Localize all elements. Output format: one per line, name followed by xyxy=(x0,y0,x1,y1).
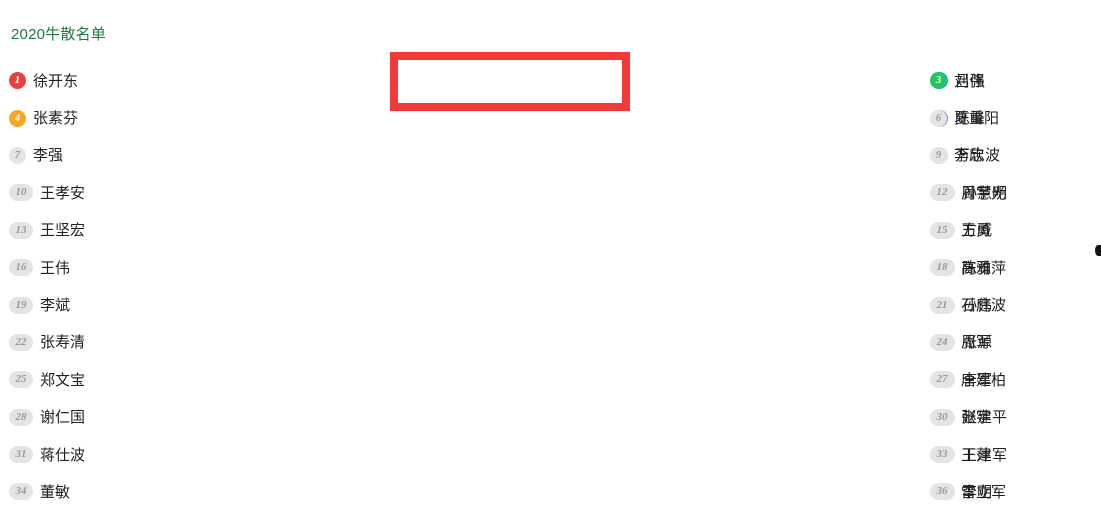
rank-badge: 6 xyxy=(930,109,947,127)
list-item[interactable]: 31 蒋仕波 xyxy=(0,436,460,473)
rank-badge: 16 xyxy=(9,259,33,277)
rank-badge: 1 xyxy=(9,72,26,90)
list-item[interactable]: 5陈峰 xyxy=(460,99,985,136)
investor-name[interactable]: 徐开东 xyxy=(33,71,78,91)
investor-name[interactable]: 王勇 xyxy=(961,220,991,240)
rank-badge: 13 xyxy=(9,221,33,239)
rank-badge: 25 xyxy=(9,371,33,389)
list-item[interactable]: 6 夏重阳 xyxy=(930,99,1101,136)
rank-badge: 34 xyxy=(9,483,33,501)
list-item[interactable]: 26李军 xyxy=(460,361,992,398)
rank-badge: 24 xyxy=(930,333,954,351)
investor-name[interactable]: 周军 xyxy=(961,332,991,352)
list-item[interactable]: 12 周宇光 xyxy=(930,174,1101,211)
list-item[interactable]: 14方威 xyxy=(460,212,992,249)
list-item[interactable]: 4 张素芬 xyxy=(0,99,460,136)
rank-badge: 30 xyxy=(930,408,954,426)
list-item[interactable]: 9 李欣 xyxy=(930,137,1101,174)
rank-badge: 33 xyxy=(930,446,954,464)
rank-badge: 4 xyxy=(9,109,26,127)
list-item[interactable]: 13 王坚宏 xyxy=(0,212,460,249)
name-list-grid: 1 徐开东 2吕强3 刘伟 4 张素芬 5陈峰6 夏重阳 7 李强 8万忠波9 李欣 10 王孝安 11孙慧… xyxy=(0,62,1101,511)
investor-name[interactable]: 王坚宏 xyxy=(40,220,85,240)
investor-name[interactable]: 夏重阳 xyxy=(954,108,999,128)
list-item[interactable]: 3 刘伟 xyxy=(930,62,1101,99)
rank-badge: 9 xyxy=(930,146,947,164)
rank-badge: 28 xyxy=(9,408,33,426)
list-item[interactable]: 22 张寿清 xyxy=(0,324,460,361)
investor-name[interactable]: 周宇光 xyxy=(961,183,1006,203)
list-item[interactable]: 23张源 xyxy=(460,324,992,361)
rank-badge: 31 xyxy=(9,446,33,464)
rank-badge: 19 xyxy=(9,296,33,314)
list-item[interactable]: 20孙伟 xyxy=(460,286,992,323)
list-item[interactable]: 29赵建平 xyxy=(460,399,1007,436)
list-item[interactable]: 27 唐建柏 xyxy=(930,361,1101,398)
rank-badge: 3 xyxy=(930,72,947,90)
investor-name[interactable]: 唐建柏 xyxy=(961,370,1006,390)
investor-name[interactable]: 谢仁国 xyxy=(40,407,85,427)
list-item[interactable]: 18 高雅萍 xyxy=(930,249,1101,286)
list-item[interactable]: 1 徐开东 xyxy=(0,62,460,99)
list-item[interactable]: 17陈勇 xyxy=(460,249,992,286)
list-item[interactable]: 11孙慧明 xyxy=(460,174,1007,211)
page-root: 2020牛散名单 1 徐开东 2吕强3 刘伟 4 张素芬 5陈峰6 夏重阳 7 李强 8万忠波9 李欣… xyxy=(0,0,1101,515)
investor-name[interactable]: 张宇 xyxy=(961,407,991,427)
rank-badge: 10 xyxy=(9,184,33,202)
list-item[interactable]: 8万忠波 xyxy=(460,137,1000,174)
rank-badge: 36 xyxy=(930,483,954,501)
list-item[interactable]: 28 谢仁国 xyxy=(0,399,460,436)
investor-name[interactable]: 李强 xyxy=(33,145,63,165)
list-item[interactable]: 32王建军 xyxy=(460,436,1007,473)
investor-name[interactable]: 李欣 xyxy=(954,145,984,165)
investor-name[interactable]: 雷立军 xyxy=(961,482,1006,502)
list-item[interactable]: 19 李斌 xyxy=(0,286,460,323)
investor-name[interactable]: 王孝安 xyxy=(40,183,85,203)
investor-name[interactable]: 张寿清 xyxy=(40,332,85,352)
investor-name[interactable]: 张素芬 xyxy=(33,108,78,128)
list-item[interactable]: 36 雷立军 xyxy=(930,473,1101,510)
investor-name[interactable]: 王伟 xyxy=(40,258,70,278)
list-item[interactable]: 33 王萍 xyxy=(930,436,1101,473)
list-item[interactable]: 34 董敏 xyxy=(0,473,460,510)
list-item[interactable]: 2吕强 xyxy=(460,62,985,99)
investor-name[interactable]: 石庭波 xyxy=(961,295,1006,315)
list-item[interactable]: 10 王孝安 xyxy=(0,174,460,211)
rank-badge: 27 xyxy=(930,371,954,389)
list-item[interactable]: 7 李强 xyxy=(0,137,460,174)
investor-name[interactable]: 刘伟 xyxy=(954,71,984,91)
rank-badge: 22 xyxy=(9,333,33,351)
investor-name[interactable]: 郑文宝 xyxy=(40,370,85,390)
list-item[interactable]: 24 周军 xyxy=(930,324,1101,361)
rank-badge: 12 xyxy=(930,184,954,202)
list-item[interactable]: 35李明 xyxy=(460,473,992,510)
list-item[interactable]: 25 郑文宝 xyxy=(0,361,460,398)
list-item[interactable]: 16 王伟 xyxy=(0,249,460,286)
list-item[interactable]: 30 张宇 xyxy=(930,399,1101,436)
investor-name[interactable]: 李斌 xyxy=(40,295,70,315)
rank-badge: 7 xyxy=(9,146,26,164)
edge-marker-dot xyxy=(1095,245,1101,256)
list-item[interactable]: 15 王勇 xyxy=(930,212,1101,249)
investor-name[interactable]: 高雅萍 xyxy=(961,258,1006,278)
rank-badge: 15 xyxy=(930,221,954,239)
investor-name[interactable]: 王萍 xyxy=(961,445,991,465)
rank-badge: 18 xyxy=(930,259,954,277)
list-item[interactable]: 21 石庭波 xyxy=(930,286,1101,323)
investor-name[interactable]: 董敏 xyxy=(40,482,70,502)
page-title: 2020牛散名单 xyxy=(11,26,106,43)
investor-name[interactable]: 蒋仕波 xyxy=(40,445,85,465)
rank-badge: 21 xyxy=(930,296,954,314)
